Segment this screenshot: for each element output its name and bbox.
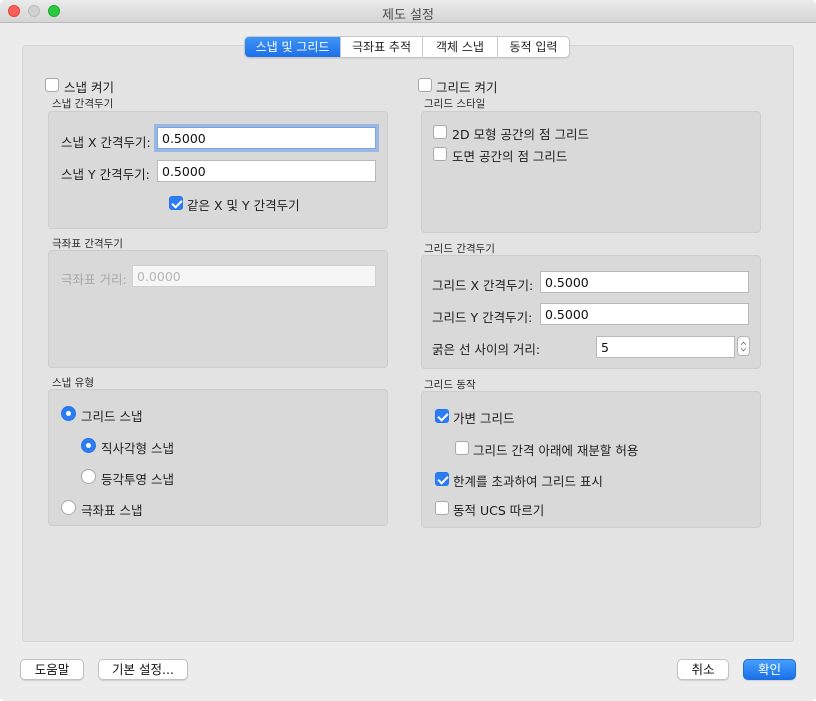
grid-y-label: 그리드 Y 간격두기: — [432, 310, 533, 325]
grid-spacing-title: 그리드 간격두기 — [424, 243, 495, 255]
grid-spacing-group: 그리드 X 간격두기: 0.5000 그리드 Y 간격두기: 0.5000 굵은… — [421, 255, 761, 369]
adaptive-grid-checkbox[interactable] — [435, 409, 449, 423]
polar-spacing-title: 극좌표 간격두기 — [52, 238, 123, 250]
window-title: 제도 설정 — [382, 8, 434, 23]
grid-behavior-title: 그리드 동작 — [424, 379, 476, 391]
adaptive-grid-label: 가변 그리드 — [453, 411, 515, 426]
snap-on-label: 스냅 켜기 — [64, 80, 114, 95]
isometric-snap-radio[interactable] — [81, 469, 96, 484]
subdivide-grid-label: 그리드 간격 아래에 재분할 허용 — [473, 443, 639, 458]
polar-distance-input: 0.0000 — [132, 265, 376, 287]
drafting-settings-window: 제도 설정 스냅 및 그리드 극좌표 추적 객체 스냅 동적 입력 스냅 켜기 … — [0, 0, 816, 701]
defaults-button[interactable]: 기본 설정... — [98, 659, 188, 680]
grid-snap-radio[interactable] — [61, 406, 76, 421]
equal-xy-spacing-checkbox[interactable] — [169, 196, 183, 210]
grid-x-label: 그리드 X 간격두기: — [432, 278, 534, 293]
polar-snap-label: 극좌표 스냅 — [81, 503, 143, 518]
grid-style-title: 그리드 스타일 — [424, 98, 486, 110]
major-line-label: 굵은 선 사이의 거리: — [432, 342, 541, 357]
snap-spacing-title: 스냅 간격두기 — [52, 98, 114, 110]
grid-2d-model-dots-checkbox[interactable] — [433, 125, 447, 139]
subdivide-grid-checkbox[interactable] — [455, 441, 469, 455]
rectangular-snap-label: 직사각형 스냅 — [101, 441, 174, 456]
tab-polar-tracking[interactable]: 극좌표 추적 — [341, 37, 423, 57]
grid-style-group: 2D 모형 공간의 점 그리드 도면 공간의 점 그리드 — [421, 111, 761, 233]
equal-xy-spacing-label: 같은 X 및 Y 간격두기 — [187, 198, 300, 213]
snap-x-label: 스냅 X 간격두기: — [61, 135, 151, 150]
beyond-limits-label: 한계를 초과하여 그리드 표시 — [453, 474, 603, 489]
grid-x-input[interactable]: 0.5000 — [540, 271, 749, 293]
cancel-button[interactable]: 취소 — [677, 659, 729, 680]
snap-on-checkbox[interactable] — [45, 78, 59, 92]
rectangular-snap-radio[interactable] — [81, 438, 96, 453]
snap-type-group: 그리드 스냅 직사각형 스냅 등각투영 스냅 극좌표 스냅 — [48, 389, 388, 526]
tab-dynamic-input[interactable]: 동적 입력 — [498, 37, 569, 57]
follow-dynamic-ucs-label: 동적 UCS 따르기 — [453, 503, 545, 518]
polar-spacing-group: 극좌표 거리: 0.0000 — [48, 250, 388, 368]
ok-button[interactable]: 확인 — [743, 659, 796, 680]
help-button[interactable]: 도움말 — [20, 659, 84, 680]
title-bar: 제도 설정 — [0, 0, 816, 23]
polar-distance-label: 극좌표 거리: — [61, 272, 127, 287]
isometric-snap-label: 등각투영 스냅 — [101, 472, 174, 487]
grid-on-checkbox[interactable] — [418, 78, 432, 92]
tab-object-snap[interactable]: 객체 스냅 — [423, 37, 498, 57]
snap-x-input[interactable]: 0.5000 — [157, 127, 376, 149]
major-line-input[interactable]: 5 — [596, 336, 735, 358]
snap-spacing-group: 스냅 X 간격두기: 0.5000 스냅 Y 간격두기: 0.5000 같은 X… — [48, 111, 388, 229]
snap-type-title: 스냅 유형 — [52, 377, 94, 389]
snap-y-label: 스냅 Y 간격두기: — [61, 167, 150, 182]
polar-snap-radio[interactable] — [61, 500, 76, 515]
major-line-stepper[interactable] — [737, 336, 750, 356]
grid-on-label: 그리드 켜기 — [436, 80, 498, 95]
grid-layout-dots-label: 도면 공간의 점 그리드 — [452, 149, 568, 164]
stepper-down-icon[interactable] — [740, 345, 747, 352]
grid-2d-model-dots-label: 2D 모형 공간의 점 그리드 — [452, 127, 589, 142]
grid-snap-label: 그리드 스냅 — [81, 409, 143, 424]
follow-dynamic-ucs-checkbox[interactable] — [435, 501, 449, 515]
snap-y-input[interactable]: 0.5000 — [157, 160, 376, 182]
tab-bar: 스냅 및 그리드 극좌표 추적 객체 스냅 동적 입력 — [244, 36, 570, 58]
grid-behavior-group: 가변 그리드 그리드 간격 아래에 재분할 허용 한계를 초과하여 그리드 표시… — [421, 391, 761, 528]
grid-y-input[interactable]: 0.5000 — [540, 303, 749, 325]
beyond-limits-checkbox[interactable] — [435, 472, 449, 486]
grid-layout-dots-checkbox[interactable] — [433, 147, 447, 161]
tab-snap-and-grid[interactable]: 스냅 및 그리드 — [245, 37, 341, 57]
